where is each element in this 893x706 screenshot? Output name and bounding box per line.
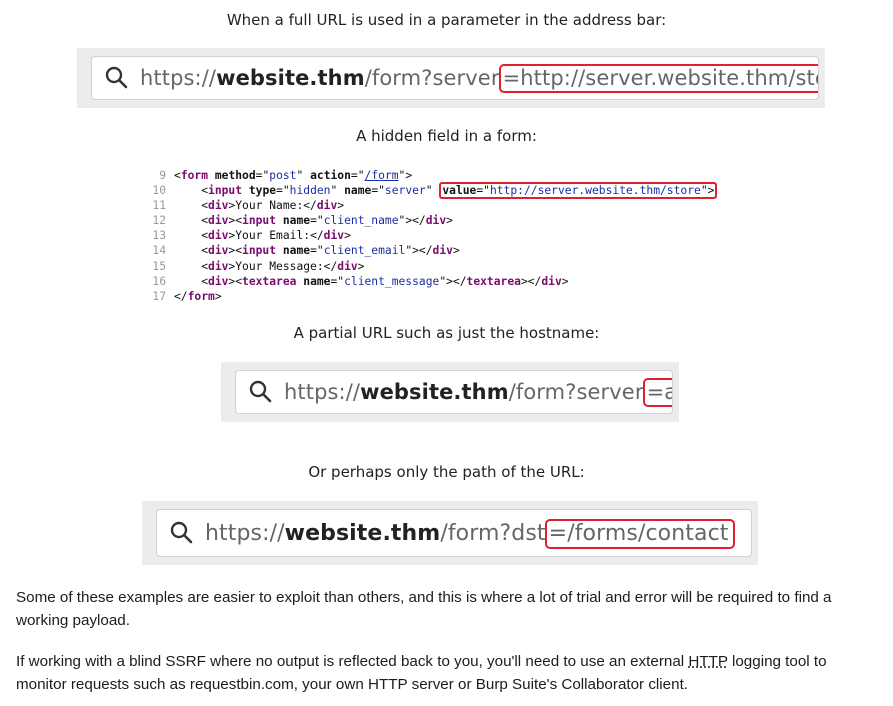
paragraph-trial-and-error: Some of these examples are easier to exp… — [16, 589, 832, 629]
search-icon — [105, 66, 128, 89]
address-bar-screenshot-path: https://website.thm/form?dst =/forms/cont… — [142, 501, 758, 565]
abbr-http[interactable]: HTTP — [688, 653, 727, 670]
code-snippet: 9 <form method="post" action="/form"> 10 … — [150, 168, 718, 304]
url-scheme: https:// — [284, 380, 361, 404]
url-text: https://website.thm/form?server=api — [284, 378, 672, 407]
url-host: website.thm — [360, 380, 509, 404]
address-bar-screenshot-full-url: https://website.thm/form?server =http://s… — [77, 48, 825, 108]
url-parameter-highlight: =http://server.website.thm/store — [498, 64, 818, 93]
caption-partial-url: A partial URL such as just the hostname: — [293, 324, 600, 342]
search-icon — [170, 521, 193, 544]
url-scheme: https:// — [140, 66, 217, 90]
caption-full-url: When a full URL is used in a parameter i… — [226, 11, 667, 29]
address-bar: https://website.thm/form?server=api — [235, 370, 673, 414]
form-action-link: /form — [364, 169, 399, 182]
search-icon — [249, 380, 272, 403]
url-host: website.thm — [216, 66, 365, 90]
address-bar: https://website.thm/form?dst =/forms/cont… — [156, 509, 752, 557]
caption-hidden-field: A hidden field in a form: — [356, 127, 537, 145]
url-path: /form?server — [508, 380, 644, 404]
address-bar-screenshot-hostname: https://website.thm/form?server=api — [221, 362, 679, 422]
url-host: website.thm — [284, 520, 441, 546]
hidden-value-highlight: value="http://server.website.thm/store"> — [439, 182, 718, 200]
url-parameter-highlight: =api — [642, 378, 672, 407]
address-bar: https://website.thm/form?server =http://s… — [91, 56, 819, 100]
url-text: https://website.thm/form?dst =/forms/cont… — [205, 518, 735, 549]
url-path: /form?dst — [440, 520, 546, 546]
url-path: /form?server — [364, 66, 500, 90]
paragraph-blind-ssrf: If working with a blind SSRF where no ou… — [16, 653, 827, 693]
url-parameter-highlight: =/forms/contact — [544, 518, 735, 549]
url-text: https://website.thm/form?server =http://s… — [140, 64, 818, 93]
caption-path-only: Or perhaps only the path of the URL: — [308, 463, 585, 481]
url-scheme: https:// — [205, 520, 285, 546]
